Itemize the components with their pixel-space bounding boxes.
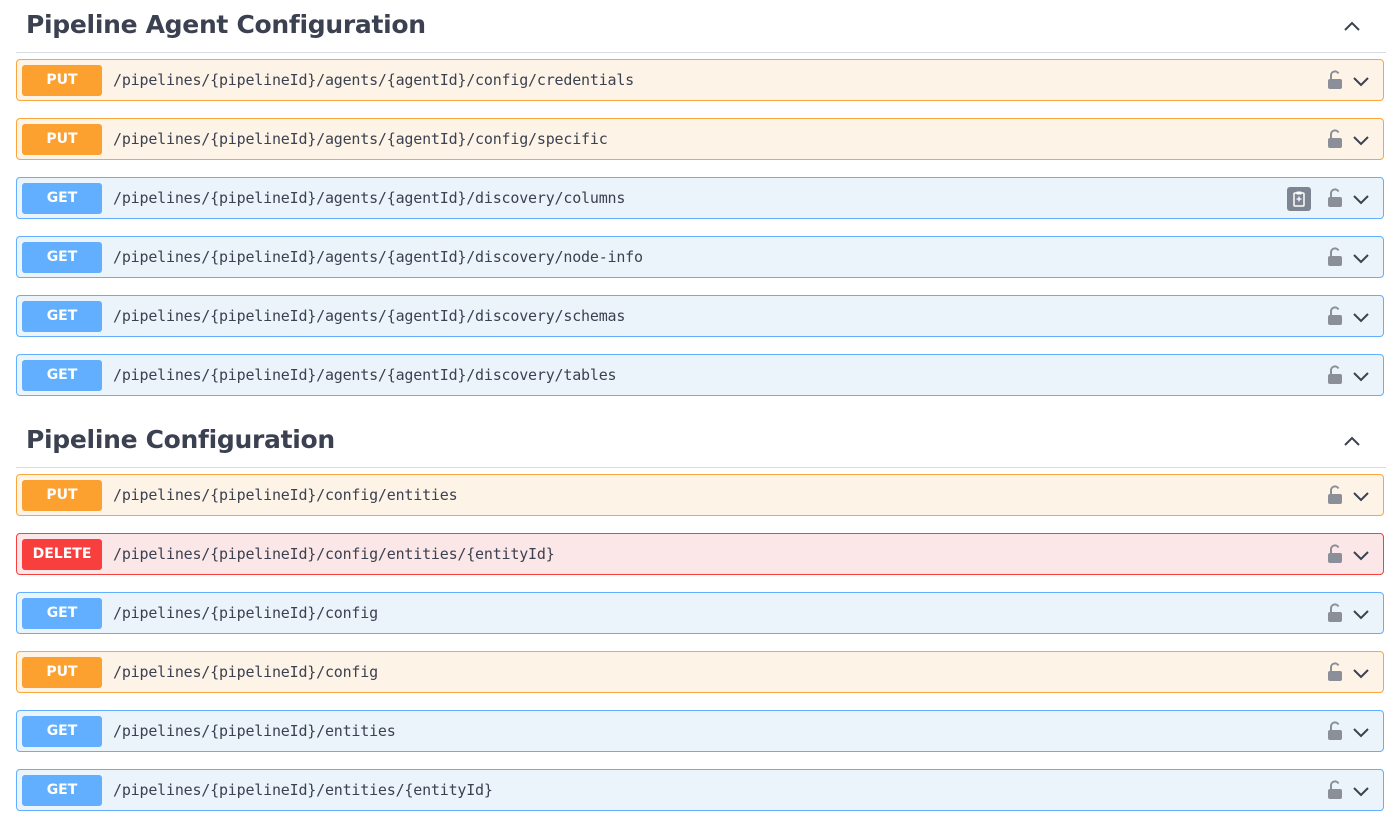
operation-row[interactable]: GET /pipelines/{pipelineId}/agents/{agen… bbox=[16, 295, 1384, 337]
operation-row[interactable]: PUT /pipelines/{pipelineId}/agents/{agen… bbox=[16, 59, 1384, 101]
chevron-down-icon[interactable] bbox=[1351, 545, 1371, 565]
endpoint-path[interactable]: /pipelines/{pipelineId}/agents/{agentId}… bbox=[113, 237, 643, 277]
chevron-down-icon[interactable] bbox=[1351, 130, 1371, 150]
section-title: Pipeline Agent Configuration bbox=[26, 10, 426, 39]
unlocked-padlock-icon[interactable] bbox=[1327, 306, 1343, 326]
unlocked-padlock-icon[interactable] bbox=[1327, 485, 1343, 505]
method-badge: PUT bbox=[22, 657, 102, 688]
chevron-down-icon[interactable] bbox=[1351, 722, 1371, 742]
unlocked-padlock-icon[interactable] bbox=[1327, 365, 1343, 385]
operation-row[interactable]: PUT /pipelines/{pipelineId}/agents/{agen… bbox=[16, 118, 1384, 160]
operation-row[interactable]: DELETE /pipelines/{pipelineId}/config/en… bbox=[16, 533, 1384, 575]
chevron-down-icon[interactable] bbox=[1351, 366, 1371, 386]
endpoint-path[interactable]: /pipelines/{pipelineId}/agents/{agentId}… bbox=[113, 178, 625, 218]
endpoint-path[interactable]: /pipelines/{pipelineId}/config/entities/… bbox=[113, 534, 555, 574]
method-badge: GET bbox=[22, 242, 102, 273]
chevron-up-icon[interactable] bbox=[1340, 431, 1364, 451]
method-badge: GET bbox=[22, 716, 102, 747]
operation-row[interactable]: PUT /pipelines/{pipelineId}/config/entit… bbox=[16, 474, 1384, 516]
method-badge: PUT bbox=[22, 65, 102, 96]
section-header[interactable]: Pipeline Configuration bbox=[16, 415, 1386, 468]
method-badge: GET bbox=[22, 775, 102, 806]
operation-row[interactable]: GET /pipelines/{pipelineId}/agents/{agen… bbox=[16, 354, 1384, 396]
unlocked-padlock-icon[interactable] bbox=[1327, 188, 1343, 208]
operation-row[interactable]: GET /pipelines/{pipelineId}/entities/{en… bbox=[16, 769, 1384, 811]
chevron-down-icon[interactable] bbox=[1351, 307, 1371, 327]
section-title: Pipeline Configuration bbox=[26, 425, 335, 454]
method-badge: GET bbox=[22, 301, 102, 332]
chevron-down-icon[interactable] bbox=[1351, 781, 1371, 801]
operation-row[interactable]: GET /pipelines/{pipelineId}/agents/{agen… bbox=[16, 177, 1384, 219]
endpoint-path[interactable]: /pipelines/{pipelineId}/agents/{agentId}… bbox=[113, 355, 617, 395]
chevron-down-icon[interactable] bbox=[1351, 604, 1371, 624]
endpoint-path[interactable]: /pipelines/{pipelineId}/config bbox=[113, 652, 378, 692]
operation-row[interactable]: GET /pipelines/{pipelineId}/entities bbox=[16, 710, 1384, 752]
endpoint-path[interactable]: /pipelines/{pipelineId}/config bbox=[113, 593, 378, 633]
chevron-down-icon[interactable] bbox=[1351, 486, 1371, 506]
operation-row[interactable]: GET /pipelines/{pipelineId}/config bbox=[16, 592, 1384, 634]
method-badge: GET bbox=[22, 183, 102, 214]
unlocked-padlock-icon[interactable] bbox=[1327, 721, 1343, 741]
operation-row[interactable]: GET /pipelines/{pipelineId}/agents/{agen… bbox=[16, 236, 1384, 278]
endpoint-path[interactable]: /pipelines/{pipelineId}/config/entities bbox=[113, 475, 458, 515]
unlocked-padlock-icon[interactable] bbox=[1327, 780, 1343, 800]
section-header[interactable]: Pipeline Agent Configuration bbox=[16, 0, 1386, 53]
unlocked-padlock-icon[interactable] bbox=[1327, 603, 1343, 623]
chevron-up-icon[interactable] bbox=[1340, 16, 1364, 36]
clipboard-copy-icon[interactable] bbox=[1287, 187, 1311, 211]
tag-section-pipeline-agent-configuration: Pipeline Agent Configuration PUT /pipeli… bbox=[16, 0, 1386, 396]
unlocked-padlock-icon[interactable] bbox=[1327, 247, 1343, 267]
method-badge: GET bbox=[22, 360, 102, 391]
method-badge: GET bbox=[22, 598, 102, 629]
endpoint-path[interactable]: /pipelines/{pipelineId}/entities/{entity… bbox=[113, 770, 493, 810]
unlocked-padlock-icon[interactable] bbox=[1327, 70, 1343, 90]
endpoint-path[interactable]: /pipelines/{pipelineId}/agents/{agentId}… bbox=[113, 119, 608, 159]
unlocked-padlock-icon[interactable] bbox=[1327, 544, 1343, 564]
chevron-down-icon[interactable] bbox=[1351, 663, 1371, 683]
chevron-down-icon[interactable] bbox=[1351, 189, 1371, 209]
method-badge: PUT bbox=[22, 124, 102, 155]
chevron-down-icon[interactable] bbox=[1351, 248, 1371, 268]
method-badge: DELETE bbox=[22, 539, 102, 570]
tag-section-pipeline-configuration: Pipeline Configuration PUT /pipelines/{p… bbox=[16, 415, 1386, 811]
operation-row[interactable]: PUT /pipelines/{pipelineId}/config bbox=[16, 651, 1384, 693]
unlocked-padlock-icon[interactable] bbox=[1327, 662, 1343, 682]
chevron-down-icon[interactable] bbox=[1351, 71, 1371, 91]
unlocked-padlock-icon[interactable] bbox=[1327, 129, 1343, 149]
method-badge: PUT bbox=[22, 480, 102, 511]
endpoint-path[interactable]: /pipelines/{pipelineId}/agents/{agentId}… bbox=[113, 296, 625, 336]
endpoint-path[interactable]: /pipelines/{pipelineId}/agents/{agentId}… bbox=[113, 60, 634, 100]
endpoint-path[interactable]: /pipelines/{pipelineId}/entities bbox=[113, 711, 396, 751]
